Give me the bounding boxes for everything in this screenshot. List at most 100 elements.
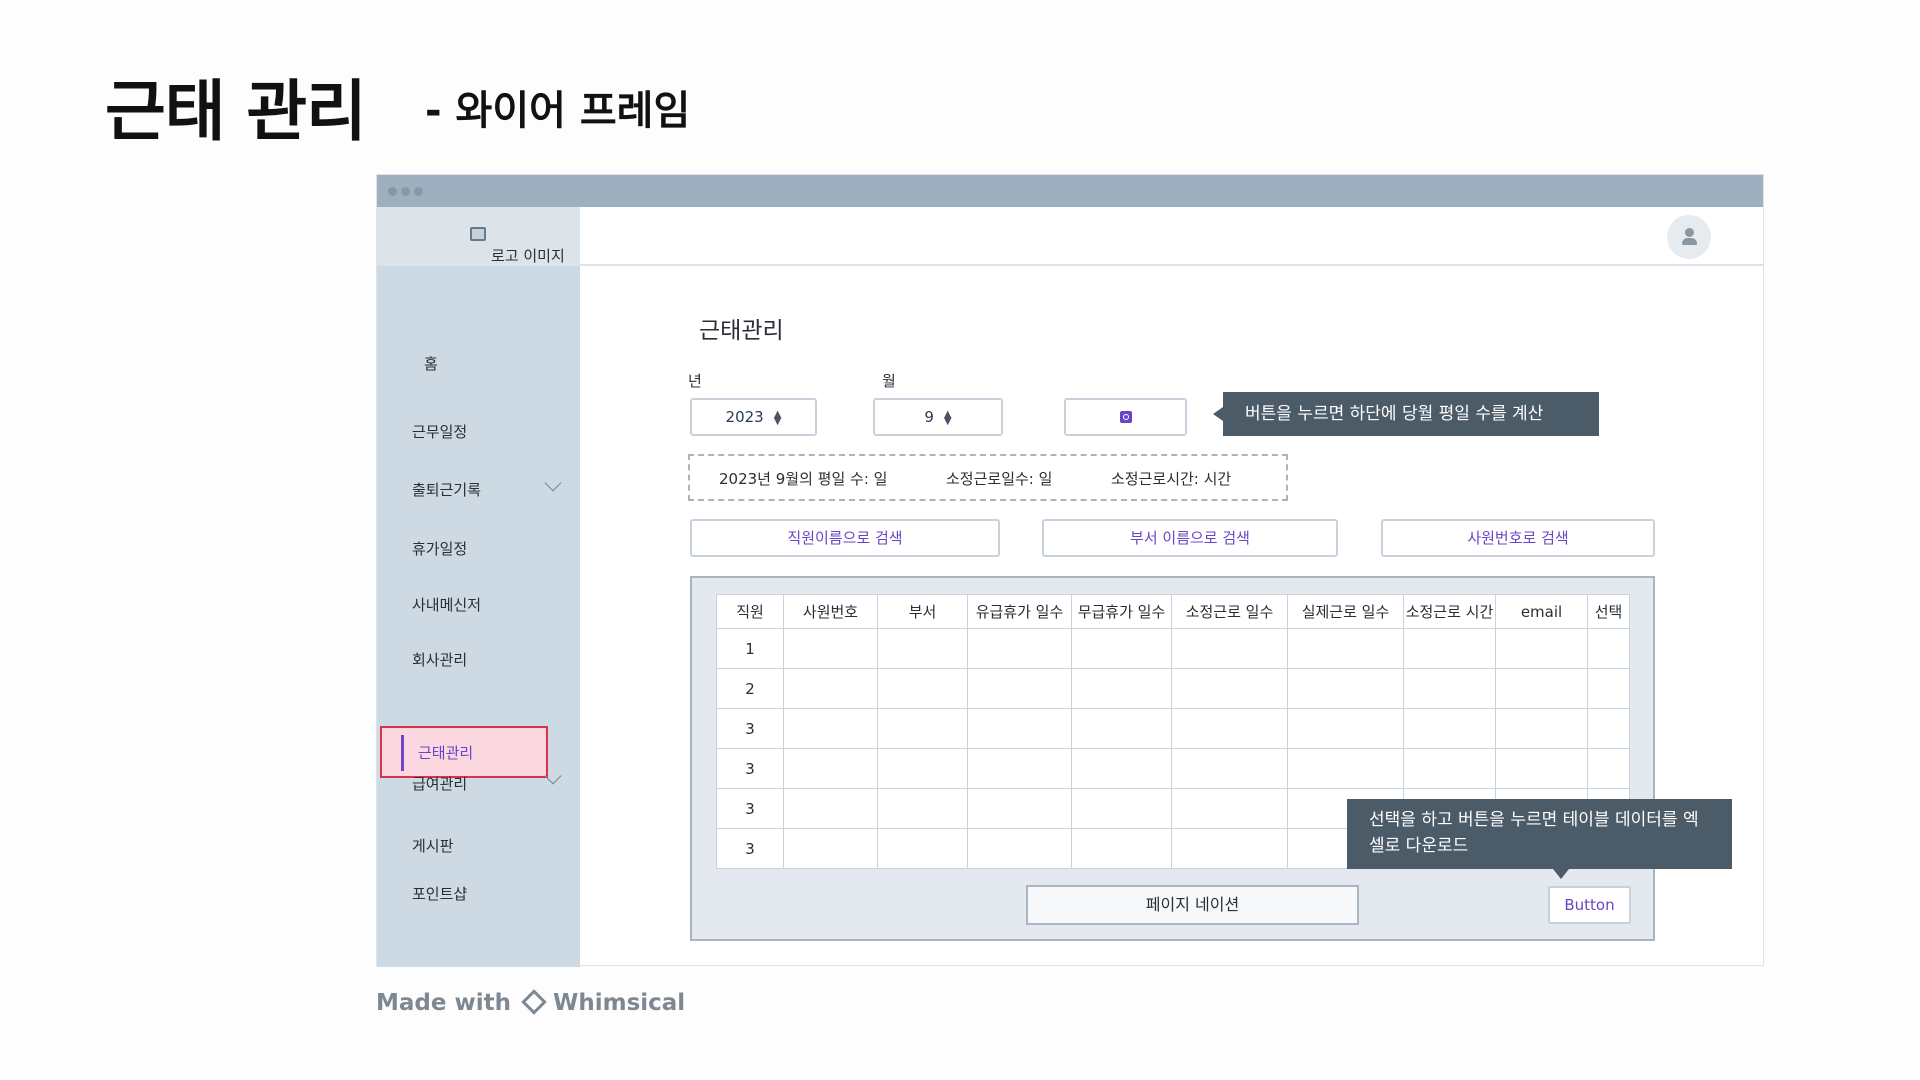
table-cell	[1287, 628, 1404, 669]
table-cell	[1071, 668, 1172, 709]
sidebar-item-attendance-management[interactable]: 근태관리	[380, 726, 548, 778]
user-icon	[1685, 228, 1694, 237]
top-bar	[580, 207, 1763, 266]
sidebar-item-work-schedule[interactable]: 근무일정	[412, 421, 467, 442]
table-cell	[967, 668, 1072, 709]
column-header: 유급휴가 일수	[967, 594, 1072, 629]
table-cell	[967, 708, 1072, 749]
table-cell	[1071, 708, 1172, 749]
logo-text: 로고 이미지	[491, 247, 565, 265]
table-cell	[1495, 668, 1588, 709]
table-cell	[783, 828, 878, 869]
row-number: 3	[716, 748, 784, 789]
table-cell	[967, 788, 1072, 829]
table-cell	[1403, 668, 1496, 709]
table-row[interactable]: 1	[716, 628, 1630, 669]
avatar[interactable]	[1667, 215, 1711, 259]
window-dot	[401, 187, 410, 196]
pagination[interactable]: 페이지 네이션	[1026, 885, 1359, 925]
year-stepper[interactable]: 2023 ▲ ▼	[690, 398, 817, 436]
calculate-button[interactable]	[1064, 398, 1187, 436]
column-header: email	[1495, 594, 1588, 629]
table-cell	[1403, 748, 1496, 789]
table-cell	[1071, 788, 1172, 829]
table-cell	[967, 828, 1072, 869]
table-cell	[1071, 828, 1172, 869]
table-cell	[1287, 668, 1404, 709]
slide-subtitle: - 와이어 프레임	[425, 88, 691, 134]
table-cell	[877, 788, 968, 829]
table-cell	[1171, 708, 1288, 749]
updown-arrow-icon[interactable]: ▲ ▼	[774, 409, 782, 426]
download-button[interactable]: Button	[1548, 886, 1631, 924]
window-dot	[388, 187, 397, 196]
year-value: 2023	[725, 408, 764, 426]
sidebar: 로고 이미지 홈 근무일정 출퇴근기록 휴가일정 사내메신저 회사관리 근태관리…	[377, 207, 580, 967]
user-icon-body	[1682, 238, 1697, 245]
table-cell	[783, 668, 878, 709]
table-cell	[1403, 708, 1496, 749]
logo[interactable]: 로고 이미지	[377, 207, 580, 266]
row-number: 3	[716, 828, 784, 869]
column-header: 부서	[877, 594, 968, 629]
table-cell	[877, 828, 968, 869]
table-cell	[1071, 628, 1172, 669]
made-with-footer: Made with Whimsical	[376, 989, 686, 1016]
chevron-down-icon[interactable]	[544, 474, 562, 492]
column-header: 무급휴가 일수	[1071, 594, 1172, 629]
search-by-dept-button[interactable]: 부서 이름으로 검색	[1042, 519, 1338, 557]
select-cell[interactable]	[1587, 628, 1630, 669]
select-cell[interactable]	[1587, 708, 1630, 749]
row-number: 1	[716, 628, 784, 669]
select-cell[interactable]	[1587, 748, 1630, 789]
made-with-text: Made with	[376, 990, 511, 1016]
sidebar-item-point-shop[interactable]: 포인트샵	[412, 883, 467, 904]
sidebar-item-board[interactable]: 게시판	[412, 835, 453, 856]
updown-arrow-icon[interactable]: ▲ ▼	[944, 409, 952, 426]
table-cell	[1171, 788, 1288, 829]
sidebar-item-label: 근태관리	[418, 744, 474, 762]
table-cell	[1171, 828, 1288, 869]
search-by-name-button[interactable]: 직원이름으로 검색	[690, 519, 1000, 557]
table-cell	[877, 748, 968, 789]
sidebar-item-vacation[interactable]: 휴가일정	[412, 538, 467, 559]
column-header: 소정근로 일수	[1171, 594, 1288, 629]
row-number: 3	[716, 788, 784, 829]
table-header-row: 직원 사원번호 부서 유급휴가 일수 무급휴가 일수 소정근로 일수 실제근로 …	[716, 594, 1630, 629]
table-cell	[877, 708, 968, 749]
slide-title: 근태 관리	[105, 73, 367, 150]
table-cell	[783, 788, 878, 829]
weekday-info-box: 2023년 9월의 평일 수: 일 소정근로일수: 일 소정근로시간: 시간	[688, 454, 1288, 501]
page-title: 근태관리	[699, 318, 784, 344]
table-cell	[1287, 748, 1404, 789]
sidebar-item-company[interactable]: 회사관리	[412, 649, 467, 670]
row-number: 2	[716, 668, 784, 709]
table-cell	[1403, 628, 1496, 669]
select-cell[interactable]	[1587, 668, 1630, 709]
table-cell	[1495, 708, 1588, 749]
table-cell	[1171, 668, 1288, 709]
window-dot	[414, 187, 423, 196]
table-cell	[1171, 748, 1288, 789]
table-cell	[783, 628, 878, 669]
table-row[interactable]: 3	[716, 708, 1630, 749]
sidebar-item-messenger[interactable]: 사내메신저	[412, 594, 481, 615]
brand-text: Whimsical	[552, 990, 686, 1016]
table-cell	[1171, 628, 1288, 669]
image-icon	[470, 227, 486, 241]
table-cell	[967, 748, 1072, 789]
column-header: 선택	[1587, 594, 1630, 629]
sidebar-item-attendance-log[interactable]: 출퇴근기록	[412, 479, 481, 500]
table-row[interactable]: 2	[716, 668, 1630, 709]
sidebar-item-home[interactable]: 홈	[424, 353, 438, 374]
table-row[interactable]: 3	[716, 748, 1630, 789]
search-by-id-button[interactable]: 사원번호로 검색	[1381, 519, 1655, 557]
column-header: 사원번호	[783, 594, 878, 629]
sidebar-item-payroll[interactable]: 급여관리	[412, 773, 467, 794]
year-label: 년	[688, 372, 702, 390]
month-stepper[interactable]: 9 ▲ ▼	[873, 398, 1003, 436]
table-cell	[1495, 628, 1588, 669]
table-cell	[1071, 748, 1172, 789]
month-value: 9	[924, 408, 934, 426]
table-cell	[783, 748, 878, 789]
